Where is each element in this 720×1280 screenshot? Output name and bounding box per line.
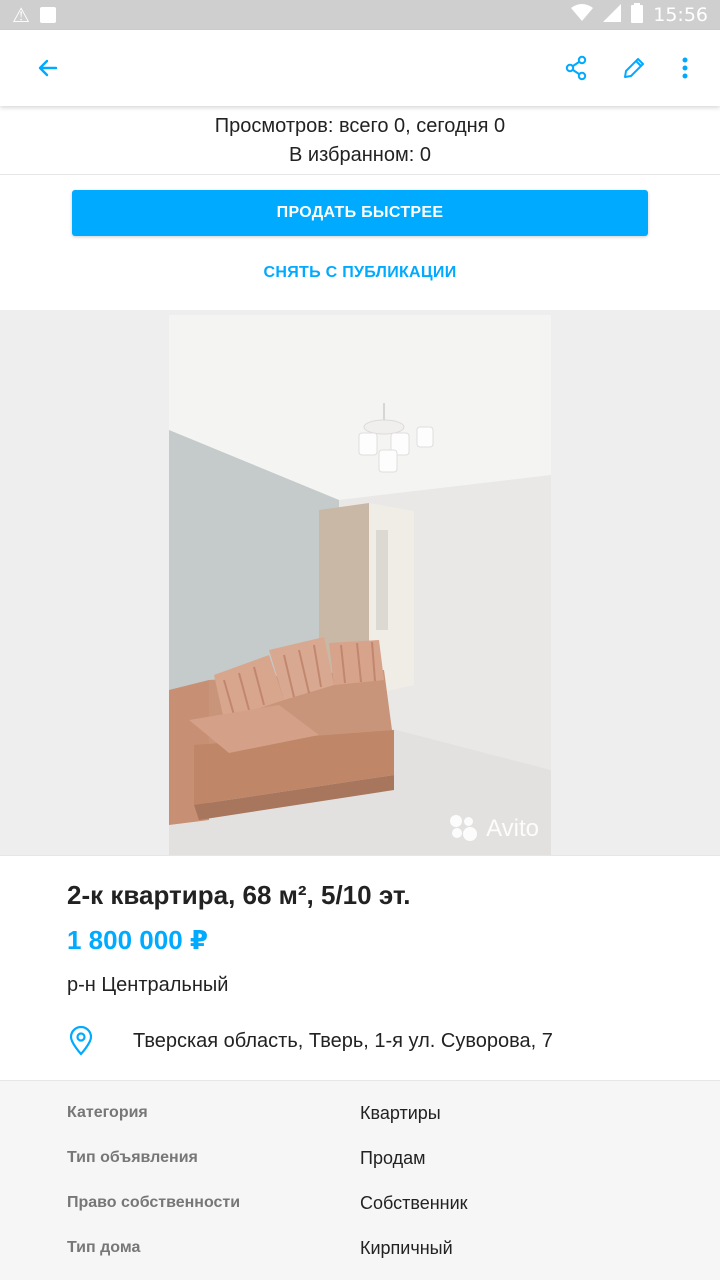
param-row: Тип объявления Продам xyxy=(0,1137,720,1182)
avito-logo-icon xyxy=(450,815,480,843)
location-pin-icon xyxy=(69,1026,93,1056)
status-right: 15:56 xyxy=(571,2,708,28)
params-section: Категория Квартиры Тип объявления Продам… xyxy=(0,1081,720,1280)
param-value: Квартиры xyxy=(360,1103,441,1123)
listing-photo[interactable]: Avito xyxy=(169,315,551,855)
photo-gallery[interactable]: Avito xyxy=(0,310,720,855)
param-value: Собственник xyxy=(360,1193,468,1213)
share-icon xyxy=(565,55,587,81)
edit-button[interactable] xyxy=(610,44,658,92)
favorites-count: В избранном: 0 xyxy=(289,144,431,166)
param-value: Продам xyxy=(360,1148,426,1168)
param-label: Право собственности xyxy=(67,1194,241,1211)
views-count: Просмотров: всего 0, сегодня 0 xyxy=(214,115,506,137)
divider xyxy=(0,174,720,175)
watermark-text: Avito xyxy=(486,815,539,842)
status-bar: ⚠ 15:56 xyxy=(0,0,720,30)
param-label: Тип объявления xyxy=(67,1149,198,1166)
address-row[interactable]: Тверская область, Тверь, 1-я ул. Суворов… xyxy=(67,1026,687,1060)
listing-stats: Просмотров: всего 0, сегодня 0 В избранн… xyxy=(0,108,720,174)
app-bar xyxy=(0,30,720,106)
back-arrow-icon xyxy=(38,59,58,77)
divider xyxy=(0,855,720,856)
param-row: Тип дома Кирпичный xyxy=(0,1227,720,1272)
param-label: Категория xyxy=(67,1104,148,1121)
signal-icon xyxy=(603,3,622,27)
more-vert-icon xyxy=(682,57,688,79)
listing-address: Тверская область, Тверь, 1-я ул. Суворов… xyxy=(133,1030,553,1052)
unpublish-button[interactable]: СНЯТЬ С ПУБЛИКАЦИИ xyxy=(200,256,520,290)
wifi-icon xyxy=(571,3,594,27)
notification-icon xyxy=(39,7,56,23)
back-button[interactable] xyxy=(24,44,72,92)
warning-icon: ⚠ xyxy=(12,3,30,27)
param-row: Право собственности Собственник xyxy=(0,1182,720,1227)
pencil-icon xyxy=(624,58,644,78)
param-label: Тип дома xyxy=(67,1239,141,1256)
listing-price: 1 800 000 ₽ xyxy=(67,925,208,955)
status-left: ⚠ xyxy=(12,3,56,27)
status-time: 15:56 xyxy=(653,4,708,26)
sell-faster-button[interactable]: ПРОДАТЬ БЫСТРЕЕ xyxy=(72,190,648,236)
listing-district: р-н Центральный xyxy=(67,974,229,996)
share-button[interactable] xyxy=(552,44,600,92)
battery-icon xyxy=(631,2,644,28)
param-value: Кирпичный xyxy=(360,1238,453,1258)
avito-watermark: Avito xyxy=(450,815,539,843)
listing-title: 2-к квартира, 68 м², 5/10 эт. xyxy=(67,880,411,910)
more-options-button[interactable] xyxy=(661,44,709,92)
param-row: Категория Квартиры xyxy=(0,1092,720,1137)
